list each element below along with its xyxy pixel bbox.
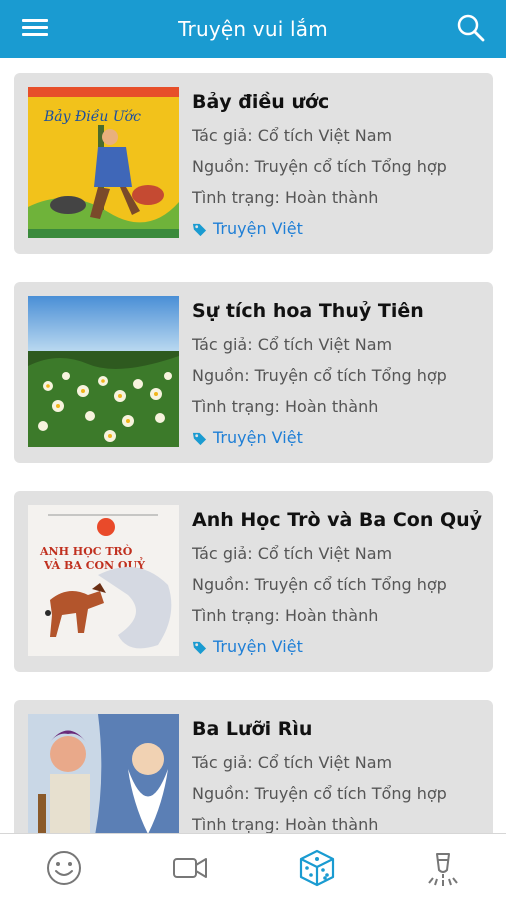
video-camera-icon (173, 858, 207, 878)
tag-icon (192, 641, 207, 654)
story-card[interactable]: Sự tích hoa Thuỷ Tiên Tác giả: Cổ tích V… (14, 282, 493, 463)
story-cover-image (28, 296, 179, 447)
search-icon (457, 14, 485, 42)
story-cover-image: Bảy Điều Ước (28, 87, 179, 238)
app-bar: Truyện vui lắm (0, 0, 506, 58)
cover-title-line1: ANH HỌC TRÒ (39, 544, 133, 558)
story-cover-image (28, 714, 179, 833)
story-tag[interactable]: Truyện Việt (192, 219, 487, 239)
story-author: Tác giả: Cổ tích Việt Nam (192, 335, 393, 354)
story-author: Tác giả: Cổ tích Việt Nam (192, 126, 393, 145)
page-title: Truyện vui lắm (178, 17, 328, 41)
story-tag-label: Truyện Việt (213, 637, 303, 656)
story-title[interactable]: Ba Lưỡi Rìu (192, 716, 487, 742)
story-card[interactable]: Ba Lưỡi Rìu Tác giả: Cổ tích Việt Nam Ng… (14, 700, 493, 833)
story-tag[interactable]: Truyện Việt (192, 428, 487, 448)
nav-tab-flashlight[interactable] (423, 848, 463, 888)
story-source: Nguồn: Truyện cổ tích Tổng hợp (192, 157, 447, 176)
story-status: Tình trạng: Hoàn thành (192, 815, 379, 833)
smiley-icon (47, 851, 81, 885)
story-author: Tác giả: Cổ tích Việt Nam (192, 753, 393, 772)
menu-button[interactable] (22, 17, 48, 39)
story-card[interactable]: Bảy Điều Ước Bảy điều ước Tác giả: Cổ tí… (14, 73, 493, 254)
menu-icon-bar (22, 26, 48, 29)
story-tag-label: Truyện Việt (213, 219, 303, 238)
story-status: Tình trạng: Hoàn thành (192, 397, 379, 416)
story-status: Tình trạng: Hoàn thành (192, 606, 379, 625)
story-source: Nguồn: Truyện cổ tích Tổng hợp (192, 784, 447, 803)
story-cover-image: ANH HỌC TRÒ VÀ BA CON QUỶ (28, 505, 179, 656)
bottom-navigation (0, 833, 506, 901)
story-card[interactable]: ANH HỌC TRÒ VÀ BA CON QUỶ Anh Học Trò và… (14, 491, 493, 672)
tag-icon (192, 432, 207, 445)
cover-title-text: Bảy Điều Ước (43, 108, 141, 125)
flashlight-icon (428, 853, 458, 886)
story-author: Tác giả: Cổ tích Việt Nam (192, 544, 393, 563)
tag-icon (192, 223, 207, 236)
story-tag-label: Truyện Việt (213, 428, 303, 447)
story-source: Nguồn: Truyện cổ tích Tổng hợp (192, 366, 447, 385)
story-title[interactable]: Sự tích hoa Thuỷ Tiên (192, 298, 487, 324)
menu-icon-bar (22, 33, 48, 36)
nav-tab-video[interactable] (170, 848, 210, 888)
story-source: Nguồn: Truyện cổ tích Tổng hợp (192, 575, 447, 594)
dice-icon (299, 849, 335, 887)
story-tag[interactable]: Truyện Việt (192, 637, 487, 657)
story-title[interactable]: Anh Học Trò và Ba Con Quỷ (192, 507, 487, 533)
menu-icon (22, 19, 48, 22)
story-title[interactable]: Bảy điều ước (192, 89, 487, 115)
story-status: Tình trạng: Hoàn thành (192, 188, 379, 207)
nav-tab-funny[interactable] (44, 848, 84, 888)
nav-tab-random[interactable] (297, 848, 337, 888)
story-list[interactable]: Bảy Điều Ước Bảy điều ước Tác giả: Cổ tí… (0, 58, 506, 833)
search-button[interactable] (456, 13, 486, 43)
